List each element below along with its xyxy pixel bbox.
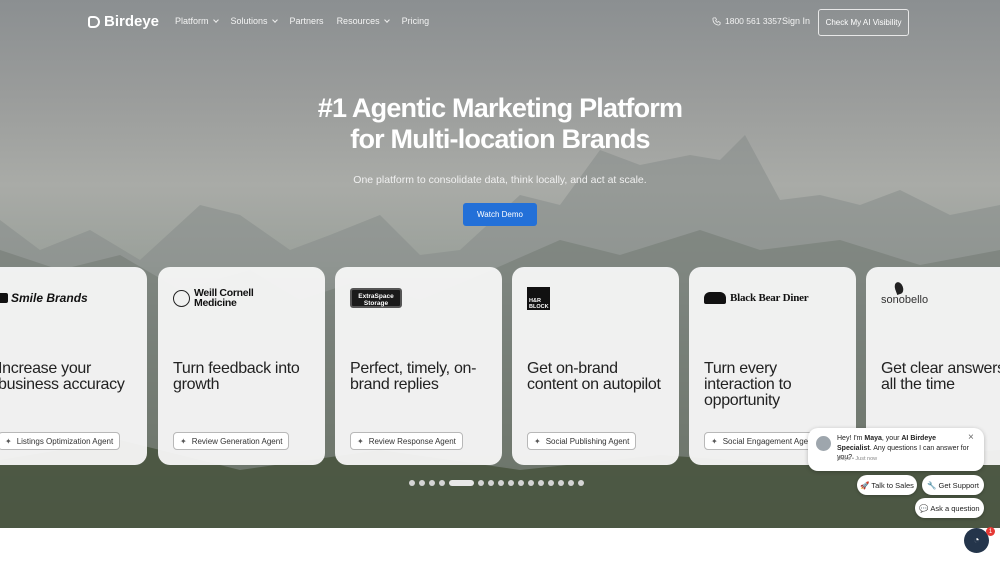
agent-tag-label: Social Engagement Agent xyxy=(722,436,815,446)
carousel-dot[interactable] xyxy=(578,480,584,486)
hero-title: #1 Agentic Marketing Platform for Multi-… xyxy=(0,93,1000,155)
watch-demo-button[interactable]: Watch Demo xyxy=(463,203,537,226)
birdeye-logo-icon xyxy=(88,15,100,28)
agent-card-extra-space[interactable]: ExtraSpace Storage Perfect, timely, on-b… xyxy=(335,267,502,465)
carousel-pagination xyxy=(409,480,584,486)
card-brand-name: sonobello xyxy=(881,294,929,306)
card-headline: Get clear answers all the time xyxy=(881,360,1000,393)
carousel-dot[interactable] xyxy=(538,480,544,486)
agent-tag[interactable]: ✦ Social Publishing Agent xyxy=(527,432,637,450)
menu-label: Solutions xyxy=(230,16,268,26)
birdeye-chat-icon: ◔ xyxy=(973,535,980,546)
menu-item-resources[interactable]: Resources xyxy=(336,16,390,26)
bear-logo-icon xyxy=(704,292,726,304)
top-navigation: Birdeye Platform Solutions Partners Reso… xyxy=(0,0,1000,45)
menu-label: Partners xyxy=(289,16,324,26)
agent-tag-label: Listings Optimization Agent xyxy=(16,436,114,446)
agent-avatar xyxy=(816,436,831,451)
menu-item-solutions[interactable]: Solutions xyxy=(230,16,278,26)
phone-link[interactable]: 1800 561 3357 xyxy=(712,16,782,26)
brand-logo-smile-brands: Smile Brands xyxy=(0,287,88,309)
carousel-dot[interactable] xyxy=(439,480,445,486)
agent-card-weill-cornell[interactable]: Weill Cornell Medicine Turn feedback int… xyxy=(158,267,325,465)
agent-tag-label: Review Response Agent xyxy=(368,436,456,446)
agent-tag[interactable]: ✦ Review Response Agent xyxy=(350,432,463,450)
chat-popup[interactable]: Hey! I'm Maya, your AI Birdeye Specialis… xyxy=(808,428,984,471)
notification-badge: 1 xyxy=(986,527,995,536)
agent-tag[interactable]: ✦ Review Generation Agent xyxy=(173,432,290,450)
card-headline: Turn feedback into growth xyxy=(173,360,300,393)
carousel-dot[interactable] xyxy=(449,480,474,486)
carousel-dot[interactable] xyxy=(528,480,534,486)
menu-item-partners[interactable]: Partners xyxy=(290,16,324,26)
carousel-dot[interactable] xyxy=(419,480,425,486)
sparkle-icon: ✦ xyxy=(534,436,541,446)
card-brand-name: Smile Brands xyxy=(11,291,88,305)
carousel-dot[interactable] xyxy=(568,480,574,486)
chat-text: Hey! I'm xyxy=(837,435,865,442)
agent-tag-label: Social Publishing Agent xyxy=(545,436,630,446)
card-headline: Perfect, timely, on-brand replies xyxy=(350,360,477,393)
carousel-dot[interactable] xyxy=(478,480,484,486)
agent-card-hr-block[interactable]: H&R BLOCK Get on-brand content on autopi… xyxy=(512,267,679,465)
brand-logo-extra-space: ExtraSpace Storage xyxy=(350,287,402,309)
carousel-dot[interactable] xyxy=(518,480,524,486)
carousel-dot[interactable] xyxy=(508,480,514,486)
brand-name: Birdeye xyxy=(104,13,160,30)
chevron-down-icon xyxy=(212,17,219,23)
menu-label: Pricing xyxy=(401,16,430,26)
menu-item-pricing[interactable]: Pricing xyxy=(402,16,430,26)
carousel-dot[interactable] xyxy=(488,480,494,486)
check-ai-visibility-button[interactable]: Check My AI Visibility xyxy=(818,9,909,36)
sparkle-icon: ✦ xyxy=(711,436,718,446)
sign-in-link[interactable]: Sign In xyxy=(782,16,810,26)
sonobello-drop-icon xyxy=(893,280,905,296)
close-icon[interactable]: × xyxy=(968,432,974,443)
carousel-dot[interactable] xyxy=(548,480,554,486)
main-menu: Platform Solutions Partners Resources Pr… xyxy=(175,16,442,26)
menu-label: Platform xyxy=(175,16,209,26)
carousel-dot[interactable] xyxy=(558,480,564,486)
carousel-dot[interactable] xyxy=(429,480,435,486)
card-headline: Increase your business accuracy xyxy=(0,360,125,393)
agent-tag[interactable]: ✦ Listings Optimization Agent xyxy=(0,432,121,450)
phone-number: 1800 561 3357 xyxy=(725,16,782,26)
hero-title-line-1: #1 Agentic Marketing Platform xyxy=(317,93,683,123)
brand-logo-black-bear-diner: Black Bear Diner xyxy=(704,287,809,309)
agent-name: Maya xyxy=(864,435,882,442)
brand-logo[interactable]: Birdeye xyxy=(88,13,159,30)
card-brand-name: Black Bear Diner xyxy=(730,292,809,304)
menu-item-platform[interactable]: Platform xyxy=(175,16,219,26)
card-brand-name: ExtraSpace Storage xyxy=(350,288,402,308)
brand-logo-hr-block: H&R BLOCK xyxy=(527,286,550,310)
hero-subtitle: One platform to consolidate data, think … xyxy=(353,174,647,186)
agent-card-smile-brands[interactable]: Smile Brands Increase your business accu… xyxy=(0,267,147,465)
ask-question-button[interactable]: 💬 Ask a question xyxy=(915,498,984,518)
talk-to-sales-button[interactable]: 🚀 Talk to Sales xyxy=(857,475,917,495)
weill-cornell-seal-icon xyxy=(173,289,190,307)
chevron-down-icon xyxy=(271,17,278,23)
chevron-down-icon xyxy=(383,17,390,23)
sparkle-icon: ✦ xyxy=(5,436,12,446)
agent-tag-label: Review Generation Agent xyxy=(191,436,283,446)
card-brand-name: H&R BLOCK xyxy=(527,286,550,310)
card-brand-name: Weill Cornell Medicine xyxy=(194,287,254,309)
chat-text: , your xyxy=(881,435,902,442)
brand-logo-weill-cornell: Weill Cornell Medicine xyxy=(173,287,274,309)
card-headline: Turn every interaction to opportunity xyxy=(704,360,792,409)
brand-logo-sonobello: sonobello xyxy=(881,280,929,312)
carousel-dot[interactable] xyxy=(498,480,504,486)
sparkle-icon: ✦ xyxy=(180,436,187,446)
menu-label: Resources xyxy=(336,16,380,26)
sparkle-icon: ✦ xyxy=(357,436,364,446)
phone-icon xyxy=(712,16,721,26)
chat-meta: Maya • Just now xyxy=(837,456,878,462)
get-support-button[interactable]: 🔧 Get Support xyxy=(922,475,984,495)
smile-brands-logo-icon xyxy=(0,293,8,303)
carousel-dot[interactable] xyxy=(409,480,415,486)
hero-title-line-2: for Multi-location Brands xyxy=(350,124,650,154)
agent-tag[interactable]: ✦ Social Engagement Agent xyxy=(704,432,822,450)
card-headline: Get on-brand content on autopilot xyxy=(527,360,661,393)
